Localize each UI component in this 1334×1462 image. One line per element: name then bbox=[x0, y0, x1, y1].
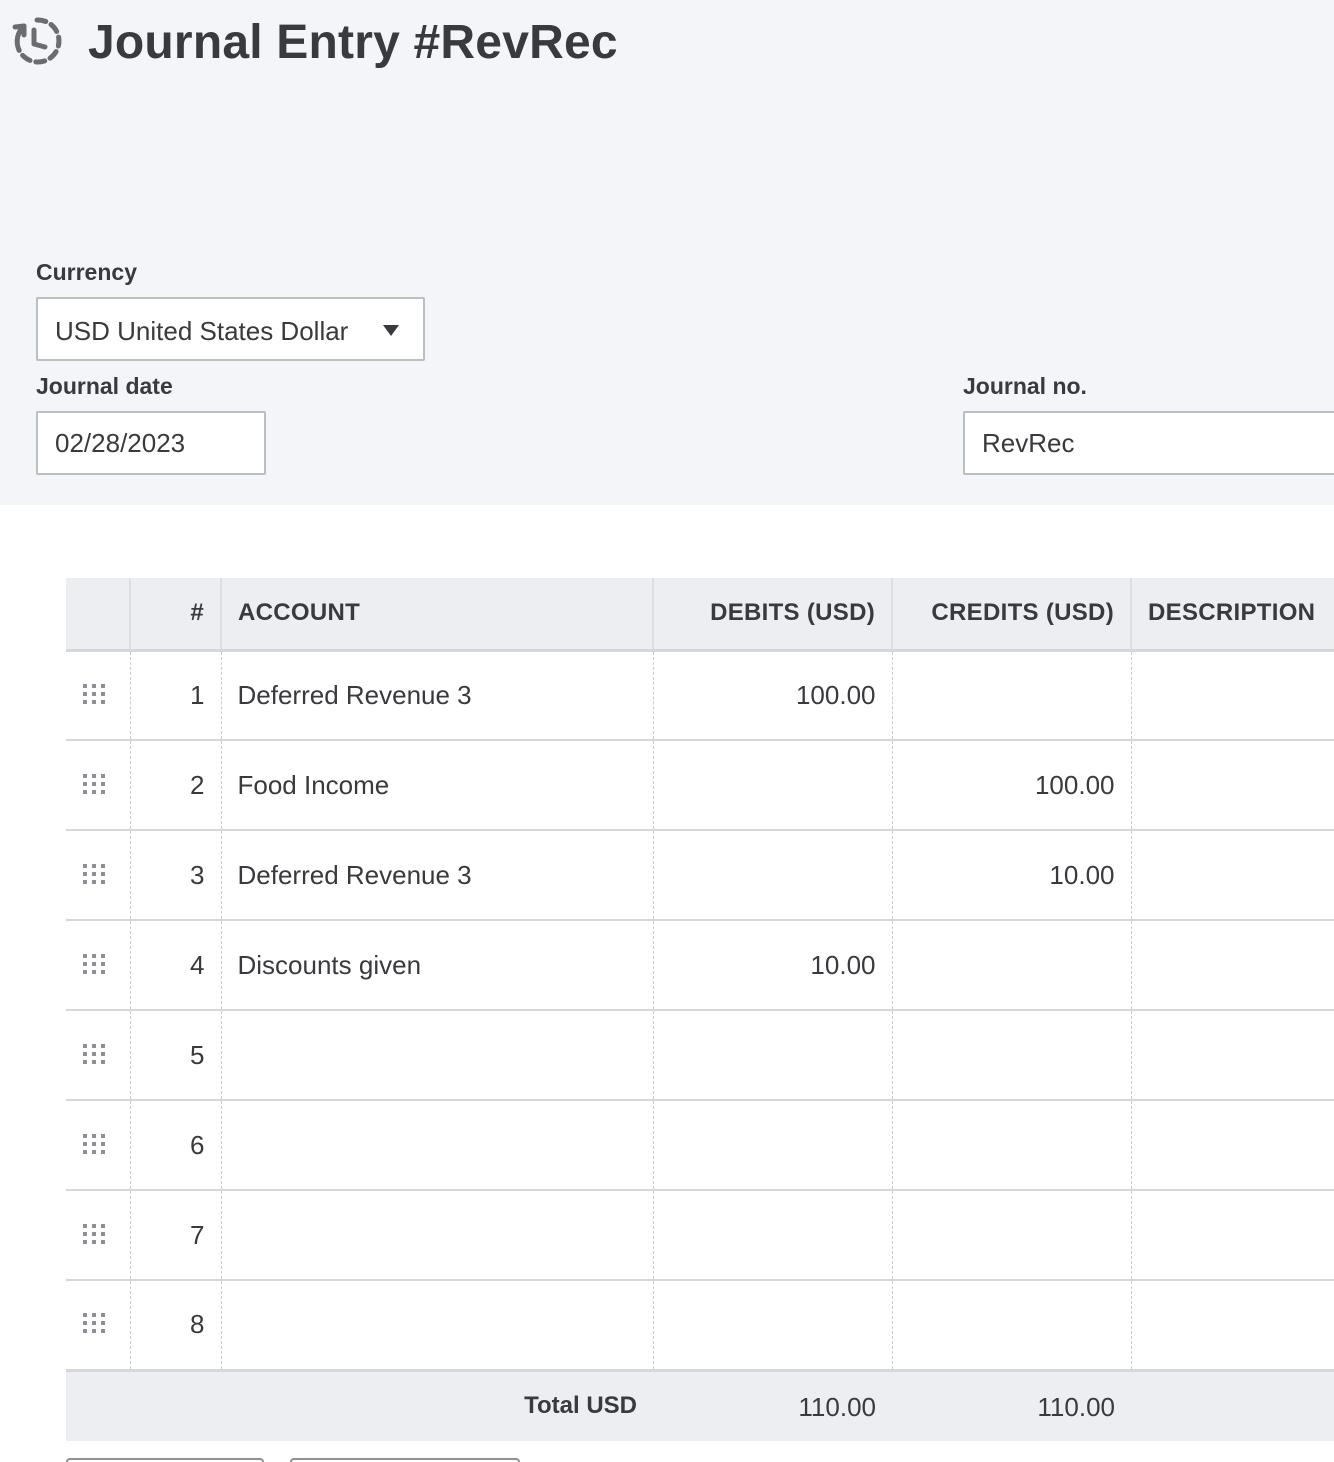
drag-handle-icon[interactable] bbox=[83, 683, 105, 704]
account-cell[interactable]: Food Income bbox=[220, 740, 653, 831]
drag-handle-icon[interactable] bbox=[83, 1043, 105, 1064]
page-title: Journal Entry #RevRec bbox=[88, 16, 618, 69]
credit-cell[interactable] bbox=[891, 1010, 1131, 1101]
description-cell[interactable] bbox=[1130, 650, 1334, 741]
description-cell[interactable] bbox=[1130, 920, 1334, 1011]
table-row[interactable]: 1 Deferred Revenue 3 100.00 bbox=[66, 650, 1334, 741]
description-cell[interactable] bbox=[1130, 1190, 1334, 1281]
total-debits: 110.00 bbox=[798, 1392, 876, 1422]
header-debits: DEBITS (USD) bbox=[652, 578, 892, 652]
currency-value: USD United States Dollar bbox=[55, 316, 349, 346]
debit-cell[interactable] bbox=[652, 1280, 892, 1372]
credit-cell[interactable] bbox=[891, 650, 1131, 741]
currency-label: Currency bbox=[36, 259, 137, 285]
currency-select[interactable]: USD United States Dollar bbox=[36, 297, 425, 361]
add-lines-button[interactable] bbox=[66, 1458, 264, 1462]
line-number: 5 bbox=[129, 1010, 221, 1101]
drag-cell[interactable] bbox=[66, 1010, 130, 1101]
total-label: Total USD bbox=[524, 1392, 637, 1419]
credit-cell[interactable]: 10.00 bbox=[891, 830, 1131, 921]
description-cell[interactable] bbox=[1130, 740, 1334, 831]
journal-no-label: Journal no. bbox=[963, 373, 1087, 399]
table-row[interactable]: 2 Food Income 100.00 bbox=[66, 740, 1334, 831]
drag-cell[interactable] bbox=[66, 830, 130, 921]
account-cell[interactable]: Discounts given bbox=[220, 920, 653, 1011]
table-row[interactable]: 3 Deferred Revenue 3 10.00 bbox=[66, 830, 1334, 921]
drag-handle-icon[interactable] bbox=[83, 1313, 105, 1334]
table-row[interactable]: 8 bbox=[66, 1280, 1334, 1372]
line-number: 6 bbox=[129, 1100, 221, 1191]
description-cell[interactable] bbox=[1130, 830, 1334, 921]
drag-handle-icon[interactable] bbox=[83, 953, 105, 974]
drag-handle-icon[interactable] bbox=[83, 863, 105, 884]
account-cell[interactable] bbox=[220, 1190, 653, 1281]
total-credits: 110.00 bbox=[1037, 1392, 1115, 1422]
credit-cell[interactable] bbox=[891, 1190, 1131, 1281]
table-row[interactable]: 4 Discounts given 10.00 bbox=[66, 920, 1334, 1011]
drag-cell[interactable] bbox=[66, 1190, 130, 1281]
credit-cell[interactable] bbox=[891, 1280, 1131, 1372]
debit-cell[interactable]: 100.00 bbox=[652, 650, 892, 741]
line-number: 4 bbox=[129, 920, 221, 1011]
credit-cell[interactable]: 100.00 bbox=[891, 740, 1131, 831]
totals-row: Total USD 110.00 110.00 bbox=[66, 1372, 1334, 1441]
line-number: 2 bbox=[129, 740, 221, 831]
journal-date-input[interactable] bbox=[36, 411, 266, 475]
header-area: Journal Entry #RevRec Currency USD Unite… bbox=[0, 0, 1334, 505]
caret-down-icon bbox=[383, 325, 399, 336]
header-credits: CREDITS (USD) bbox=[891, 578, 1131, 652]
journal-lines-table: # ACCOUNT DEBITS (USD) CREDITS (USD) DES… bbox=[66, 578, 1334, 1372]
drag-handle-icon[interactable] bbox=[83, 1223, 105, 1244]
header-account: ACCOUNT bbox=[220, 578, 653, 652]
debit-cell[interactable] bbox=[652, 740, 892, 831]
description-cell[interactable] bbox=[1130, 1010, 1334, 1101]
clear-all-lines-button[interactable] bbox=[290, 1458, 520, 1462]
drag-cell[interactable] bbox=[66, 740, 130, 831]
drag-cell[interactable] bbox=[66, 650, 130, 741]
line-number: 7 bbox=[129, 1190, 221, 1281]
account-cell[interactable] bbox=[220, 1010, 653, 1101]
table-header-row: # ACCOUNT DEBITS (USD) CREDITS (USD) DES… bbox=[66, 578, 1334, 652]
debit-cell[interactable] bbox=[652, 830, 892, 921]
header-number: # bbox=[129, 578, 221, 652]
debit-cell[interactable]: 10.00 bbox=[652, 920, 892, 1011]
line-number: 1 bbox=[129, 650, 221, 741]
account-cell[interactable] bbox=[220, 1100, 653, 1191]
table-row[interactable]: 6 bbox=[66, 1100, 1334, 1191]
drag-cell[interactable] bbox=[66, 1100, 130, 1191]
header-drag bbox=[66, 578, 130, 652]
drag-handle-icon[interactable] bbox=[83, 773, 105, 794]
credit-cell[interactable] bbox=[891, 920, 1131, 1011]
line-number: 3 bbox=[129, 830, 221, 921]
description-cell[interactable] bbox=[1130, 1100, 1334, 1191]
drag-handle-icon[interactable] bbox=[83, 1133, 105, 1154]
account-cell[interactable]: Deferred Revenue 3 bbox=[220, 830, 653, 921]
drag-cell[interactable] bbox=[66, 920, 130, 1011]
description-cell[interactable] bbox=[1130, 1280, 1334, 1372]
journal-date-label: Journal date bbox=[36, 373, 173, 399]
header-description: DESCRIPTION bbox=[1130, 578, 1334, 652]
table-row[interactable]: 7 bbox=[66, 1190, 1334, 1281]
account-cell[interactable] bbox=[220, 1280, 653, 1372]
account-cell[interactable]: Deferred Revenue 3 bbox=[220, 650, 653, 741]
debit-cell[interactable] bbox=[652, 1190, 892, 1281]
debit-cell[interactable] bbox=[652, 1010, 892, 1101]
table-row[interactable]: 5 bbox=[66, 1010, 1334, 1101]
credit-cell[interactable] bbox=[891, 1100, 1131, 1191]
journal-no-input[interactable] bbox=[963, 411, 1334, 475]
history-icon[interactable] bbox=[10, 14, 64, 68]
drag-cell[interactable] bbox=[66, 1280, 130, 1372]
line-number: 8 bbox=[129, 1280, 221, 1372]
debit-cell[interactable] bbox=[652, 1100, 892, 1191]
